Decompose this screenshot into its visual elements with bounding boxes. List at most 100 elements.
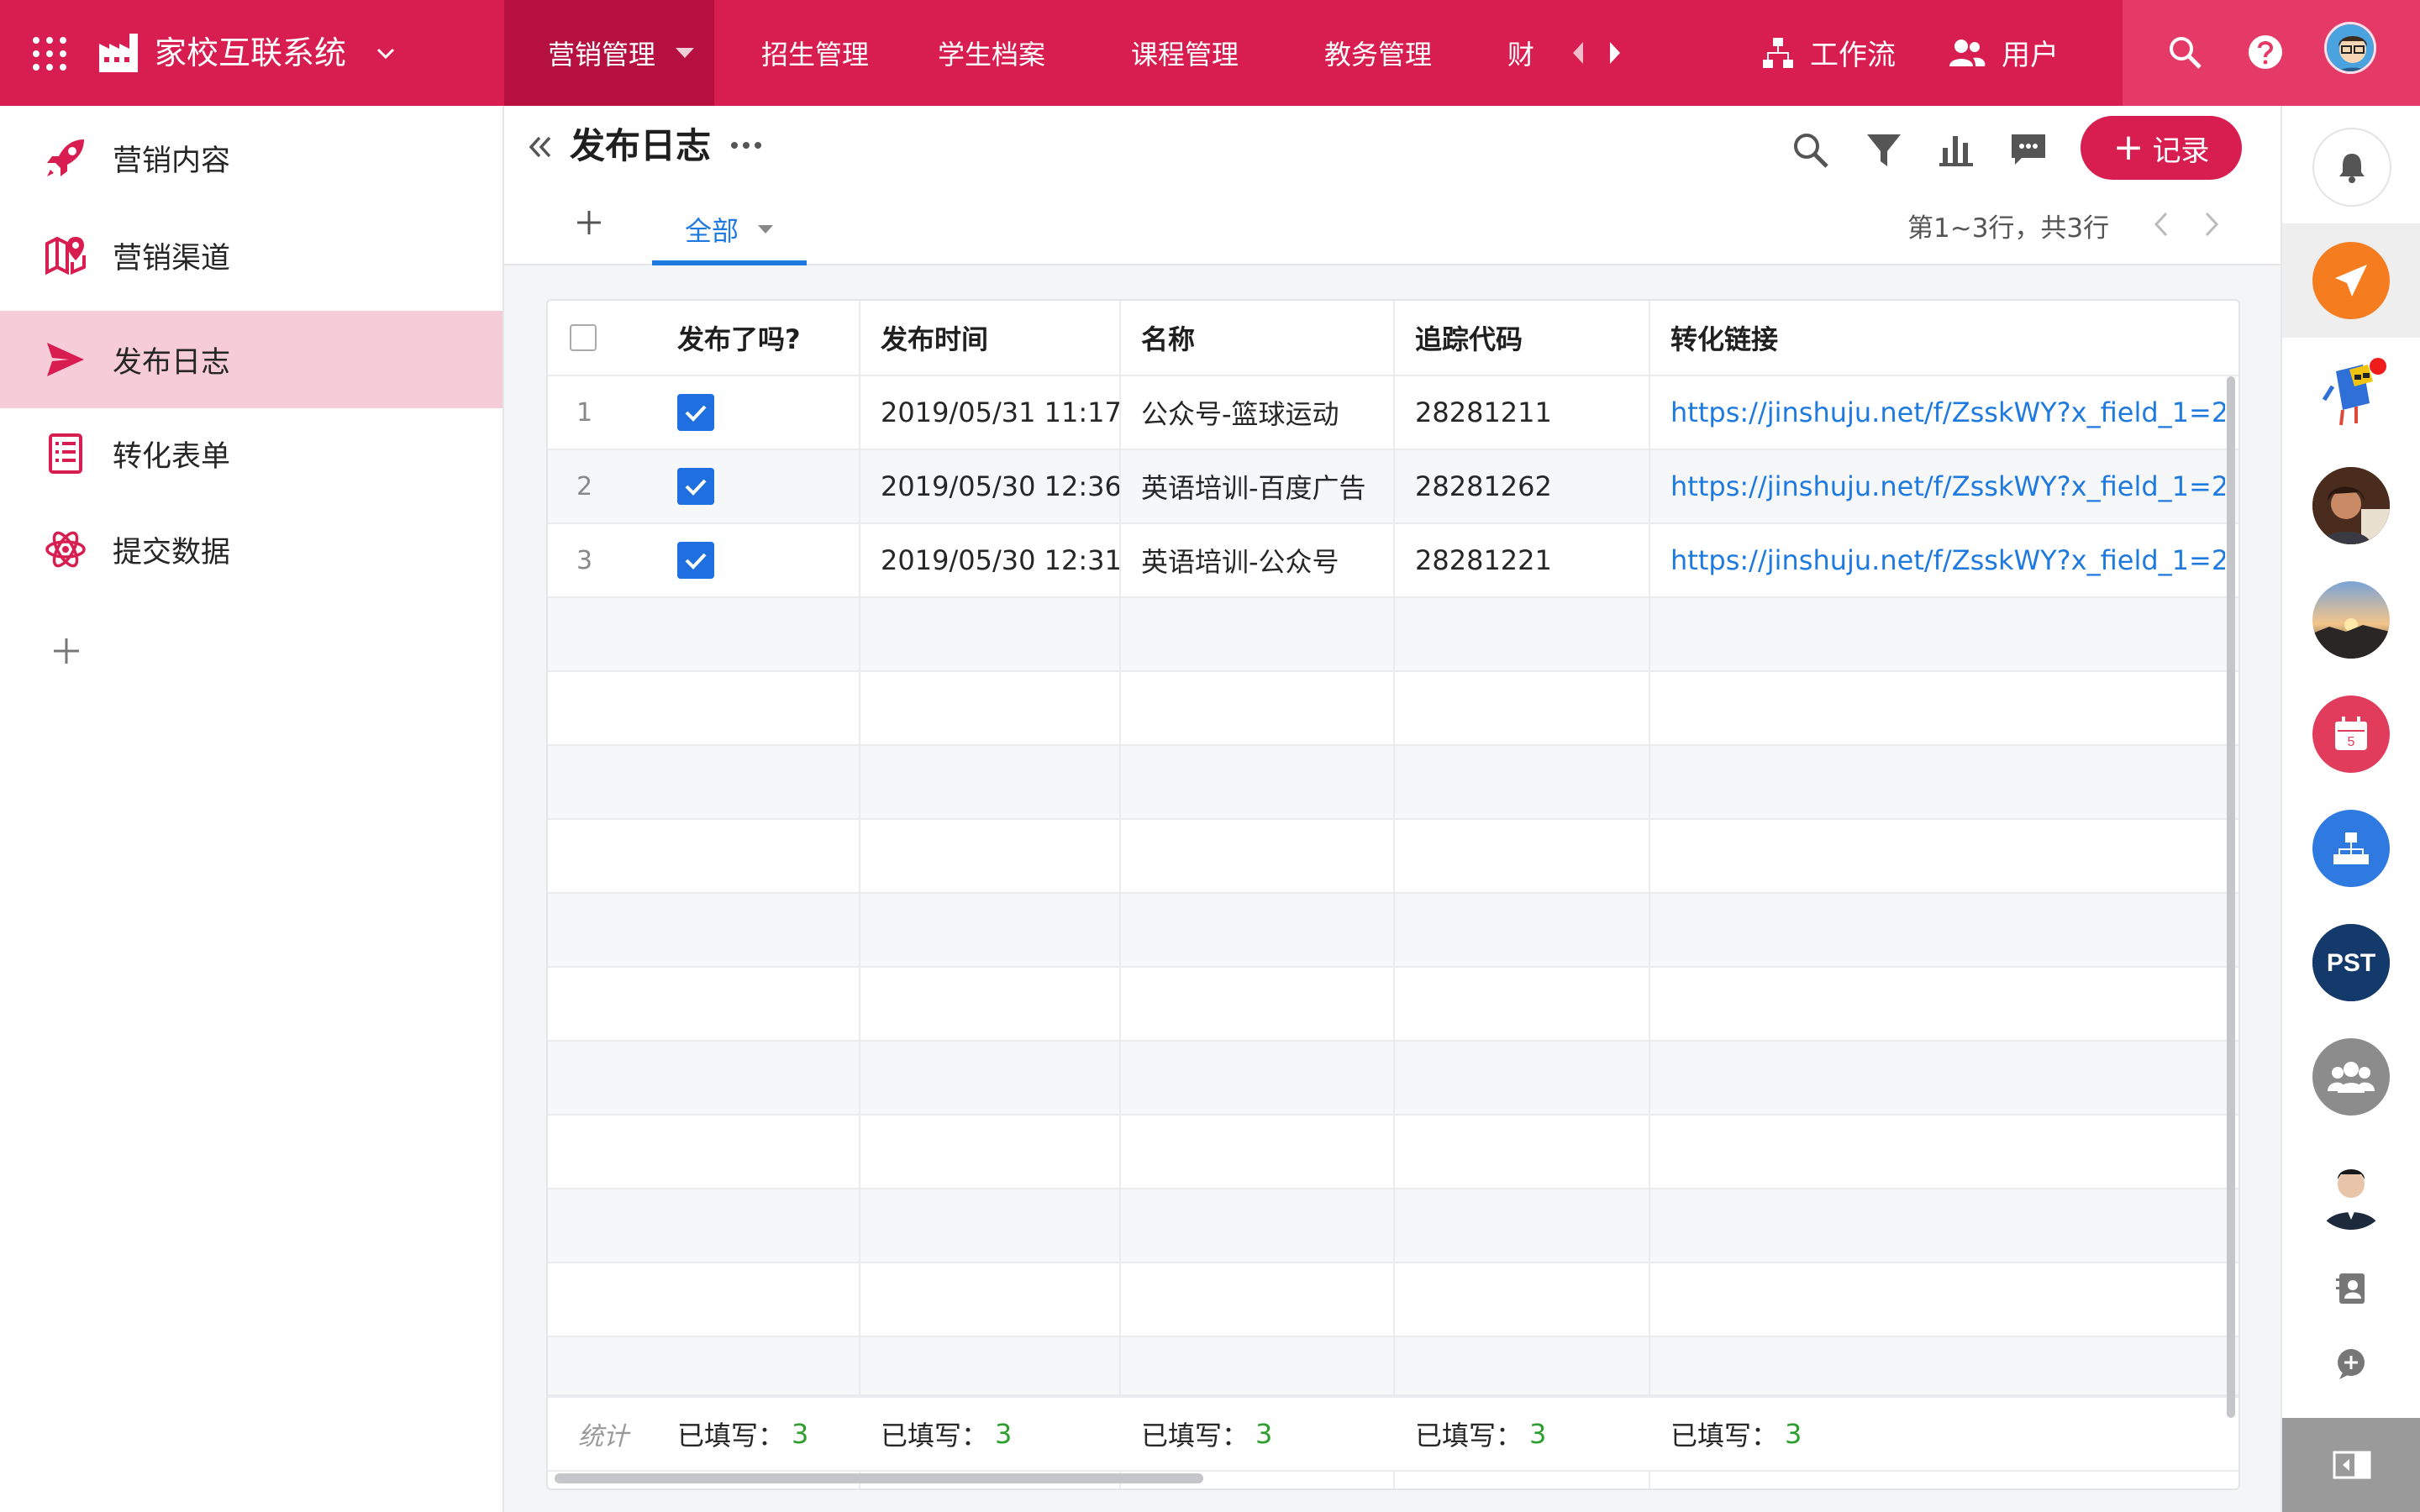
rail-app-calendar[interactable]: 5 xyxy=(2312,696,2390,773)
factory-icon xyxy=(99,34,138,72)
rail-app-group[interactable] xyxy=(2312,1038,2390,1116)
rail-app-workflow[interactable] xyxy=(2312,810,2390,887)
nav-item-finance[interactable]: 财 xyxy=(1487,0,1538,106)
users-icon xyxy=(1949,39,1986,66)
chart-icon[interactable] xyxy=(1936,129,1976,170)
plus-icon: + xyxy=(2112,126,2144,169)
filter-icon[interactable] xyxy=(1864,129,1904,170)
brand[interactable]: 家校互联系统 xyxy=(0,0,504,106)
nav-item-courses[interactable]: 课程管理 xyxy=(1101,0,1294,106)
column-divider[interactable] xyxy=(1649,301,1650,1488)
pst-icon: PST xyxy=(2312,924,2390,1001)
help-icon[interactable] xyxy=(2247,34,2284,71)
page-header: 发布日志 + 记录 全部 第1~3行，共3行 xyxy=(504,106,2281,265)
tab-all[interactable]: 全部 xyxy=(652,198,807,265)
filled-label: 已填写： xyxy=(677,1420,786,1452)
main-nav: 营销管理 招生管理 学生档案 课程管理 教务管理 财 xyxy=(504,0,1538,106)
name-cell: 公众号-篮球运动 xyxy=(1141,398,1339,430)
comment-icon[interactable] xyxy=(2008,129,2049,170)
more-options-icon[interactable] xyxy=(729,139,763,151)
search-icon[interactable] xyxy=(1790,129,1830,170)
sidebar-item-marketing-content[interactable]: 营销内容 xyxy=(0,109,502,207)
time-cell: 2019/05/30 12:31 xyxy=(881,544,1122,576)
stat-cell[interactable]: 已填写： 3 xyxy=(881,1398,1116,1470)
add-view-icon[interactable] xyxy=(575,208,603,237)
code-cell: 28281262 xyxy=(1415,470,1552,502)
link-cell[interactable]: https://jinshuju.net/f/ZsskWY?x_field_1=… xyxy=(1670,376,2225,449)
time-cell: 2019/05/30 12:36 xyxy=(881,470,1122,502)
column-divider[interactable] xyxy=(1119,301,1121,1488)
search-icon[interactable] xyxy=(2166,34,2203,71)
rail-app-robot[interactable] xyxy=(2312,353,2390,430)
add-record-button[interactable]: + 记录 xyxy=(2081,116,2242,180)
notifications-button[interactable] xyxy=(2312,128,2391,207)
sidebar-item-publish-log[interactable]: 发布日志 xyxy=(0,311,502,408)
horizontal-scrollbar[interactable] xyxy=(555,1473,1203,1483)
stat-cell[interactable]: 已填写： 3 xyxy=(1141,1398,1385,1470)
rail-avatar-3[interactable] xyxy=(2312,1152,2390,1230)
avatar xyxy=(2312,467,2390,544)
stats-label: 统计 xyxy=(578,1422,629,1452)
tab-all-label: 全部 xyxy=(684,215,739,247)
column-header-link[interactable]: 转化链接 xyxy=(1670,301,2175,375)
select-all-cell xyxy=(570,301,620,375)
form-icon xyxy=(49,433,82,474)
sidebar-item-marketing-channels[interactable]: 营销渠道 xyxy=(0,207,502,304)
users-link[interactable]: 用户 xyxy=(1948,32,2059,73)
vertical-scrollbar[interactable] xyxy=(2227,376,2235,1418)
stat-cell[interactable]: 已填写： 3 xyxy=(1670,1398,2175,1470)
column-header-published[interactable]: 发布了吗? xyxy=(677,301,871,375)
pagination-info: 第1~3行，共3行 xyxy=(1907,213,2110,244)
column-header-time[interactable]: 发布时间 xyxy=(881,301,1133,375)
column-divider[interactable] xyxy=(859,301,860,1488)
published-cell xyxy=(677,524,744,596)
nav-item-academic[interactable]: 教务管理 xyxy=(1294,0,1487,106)
robot-icon xyxy=(2322,358,2386,426)
column-divider[interactable] xyxy=(1393,301,1395,1488)
apps-grid-icon[interactable] xyxy=(32,36,67,71)
rail-app-send[interactable] xyxy=(2312,242,2390,319)
user-avatar[interactable] xyxy=(2324,22,2376,74)
sidebar-item-submitted-data[interactable]: 提交数据 xyxy=(0,501,502,598)
paper-plane-icon xyxy=(2335,265,2367,297)
nav-item-enrollment[interactable]: 招生管理 xyxy=(714,0,908,106)
stat-cell[interactable]: 已填写： 3 xyxy=(677,1398,854,1470)
stat-cell[interactable]: 已填写： 3 xyxy=(1415,1398,1642,1470)
checked-checkbox[interactable] xyxy=(677,468,714,505)
add-icon[interactable] xyxy=(49,633,84,669)
contacts-icon[interactable] xyxy=(2334,1272,2368,1305)
link-cell[interactable]: https://jinshuju.net/f/ZsskWY?x_field_1=… xyxy=(1670,524,2225,596)
add-chat-icon[interactable] xyxy=(2334,1347,2368,1381)
column-header-name[interactable]: 名称 xyxy=(1141,301,1393,375)
nav-item-label: 财 xyxy=(1507,39,1535,71)
map-pin-icon xyxy=(45,236,86,276)
select-all-checkbox[interactable] xyxy=(570,324,597,351)
nav-scroll-right-icon[interactable] xyxy=(1605,39,1625,67)
users-label: 用户 xyxy=(2002,39,2059,72)
filled-label: 已填写： xyxy=(1415,1420,1523,1452)
rail-avatar-1[interactable] xyxy=(2312,467,2390,544)
nav-item-student-records[interactable]: 学生档案 xyxy=(908,0,1101,106)
nav-item-marketing[interactable]: 营销管理 xyxy=(504,0,714,106)
chevron-down-icon[interactable] xyxy=(375,42,397,64)
rail-collapse-button[interactable] xyxy=(2282,1418,2420,1512)
checked-checkbox[interactable] xyxy=(677,394,714,431)
rail-app-pst[interactable]: PST xyxy=(2312,924,2390,1001)
collapse-panel-icon xyxy=(2333,1451,2371,1479)
app-title: 家校互联系统 xyxy=(155,34,347,71)
column-header-code[interactable]: 追踪代码 xyxy=(1415,301,1650,375)
link-cell[interactable]: https://jinshuju.net/f/ZsskWY?x_field_1=… xyxy=(1670,450,2225,522)
caret-down-icon xyxy=(758,225,773,234)
filled-count: 3 xyxy=(792,1418,809,1450)
rail-avatar-2[interactable] xyxy=(2312,581,2390,659)
sidebar-item-label: 发布日志 xyxy=(113,345,231,380)
collapse-sidebar-icon[interactable] xyxy=(526,133,555,161)
calendar-icon: 5 xyxy=(2335,717,2367,750)
nav-scroll-left-icon[interactable] xyxy=(1568,39,1588,67)
checked-checkbox[interactable] xyxy=(677,542,714,579)
previous-page-icon[interactable] xyxy=(2151,210,2171,239)
workflow-link[interactable]: 工作流 xyxy=(1761,32,1896,73)
top-bar: 家校互联系统 营销管理 招生管理 学生档案 课程管理 教务管理 财 工作流 用户 xyxy=(0,0,2420,106)
next-page-icon[interactable] xyxy=(2202,210,2222,239)
sidebar-item-conversion-form[interactable]: 转化表单 xyxy=(0,405,502,502)
